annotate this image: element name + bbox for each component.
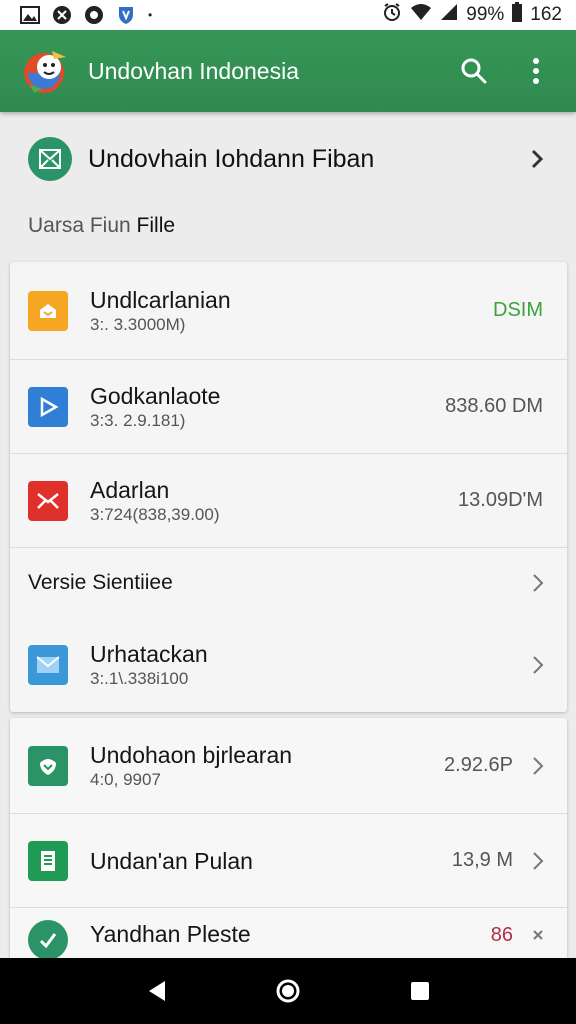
item-title: Undlcarlanian	[90, 286, 231, 313]
status-bar: • 99% 162	[0, 0, 576, 30]
battery-icon	[512, 2, 523, 28]
app-bar: Undovhan Indonesia	[0, 30, 576, 112]
signal-icon	[440, 3, 458, 27]
list-item[interactable]: Undohaon bjrlearan 4:0, 9907 2.92.6P	[10, 718, 567, 814]
envelope-icon	[28, 645, 68, 685]
battery-text: 99%	[466, 4, 505, 25]
item-title: Yandhan Pleste	[90, 921, 251, 947]
item-subtitle: 3:724(838,39.00)	[90, 504, 220, 524]
shield-icon	[116, 5, 136, 25]
item-subtitle: 3:3. 2.9.181)	[90, 410, 186, 430]
play-triangle-icon	[28, 386, 68, 427]
green-leaf-icon	[28, 745, 68, 786]
item-value: 838.60 DM	[445, 395, 543, 417]
list-item[interactable]: Adarlan 3:724(838,39.00) 13.09D'M	[10, 454, 567, 548]
top-item-label: Undovhain Iohdann Fiban	[88, 144, 375, 173]
list-item[interactable]: Godkanlaote 3:3. 2.9.181) 838.60 DM	[10, 360, 567, 454]
chevron-right-icon	[526, 148, 548, 170]
chevron-right-icon	[527, 755, 549, 777]
chevron-right-icon	[527, 850, 549, 872]
list-item[interactable]: Versie Sientiiee	[10, 548, 567, 618]
list-item[interactable]: Undlcarlanian 3:. 3.3000M) DSIM	[10, 262, 567, 360]
file-list-card: Undlcarlanian 3:. 3.3000M) DSIM Godkanla…	[10, 262, 567, 712]
item-title: Godkanlaote	[90, 382, 221, 409]
back-icon[interactable]	[134, 969, 178, 1013]
item-value: 13.09D'M	[458, 489, 543, 511]
wifi-icon	[410, 3, 432, 27]
item-value: 2.92.6P	[444, 754, 513, 776]
orange-box-icon	[28, 290, 68, 331]
close-icon[interactable]	[527, 924, 549, 946]
checkmark-icon	[28, 920, 68, 960]
item-subtitle: 4:0, 9907	[90, 769, 161, 789]
home-icon[interactable]	[266, 969, 310, 1013]
item-value: 86	[490, 924, 513, 946]
record-icon	[84, 5, 104, 25]
file-list-card-2: Undohaon bjrlearan 4:0, 9907 2.92.6P Und…	[10, 718, 567, 968]
recents-icon[interactable]	[398, 969, 442, 1013]
section-label-bold: Fille	[136, 214, 176, 237]
item-title: Undan'an Pulan	[90, 847, 253, 874]
list-item[interactable]: Urhatackan 3:.1\.338i100	[10, 618, 567, 712]
chevron-right-icon	[527, 572, 549, 594]
item-value: 13,9 M	[451, 849, 513, 871]
item-title: Urhatackan	[90, 641, 208, 667]
search-icon[interactable]	[452, 49, 496, 93]
section-label-prefix: Uarsa Fiun	[28, 214, 137, 237]
item-title: Adarlan	[90, 476, 170, 503]
app-logo-icon	[22, 45, 74, 97]
list-item[interactable]: Undan'an Pulan 13,9 M	[10, 814, 567, 908]
chevron-right-icon	[527, 654, 549, 676]
more-vert-icon[interactable]	[514, 49, 558, 93]
send-icon	[28, 137, 72, 181]
item-subtitle: 3:.1\.338i100	[90, 669, 189, 688]
clock: 162	[530, 4, 562, 25]
item-title: Undohaon bjrlearan	[90, 741, 293, 768]
item-title: Versie Sientiiee	[28, 571, 173, 594]
alarm-icon	[382, 2, 402, 28]
item-subtitle: 3:. 3.3000M)	[90, 314, 186, 334]
image-icon	[20, 5, 40, 25]
section-label: Uarsa Fiun Fille	[28, 214, 175, 238]
item-value: DSIM	[493, 299, 543, 321]
settings-circle-icon	[52, 5, 72, 25]
navigation-bar	[0, 958, 576, 1024]
red-x-icon	[28, 480, 68, 521]
app-title: Undovhan Indonesia	[88, 57, 299, 84]
top-list-item[interactable]: Undovhain Iohdann Fiban	[0, 118, 576, 200]
document-icon	[28, 840, 68, 881]
